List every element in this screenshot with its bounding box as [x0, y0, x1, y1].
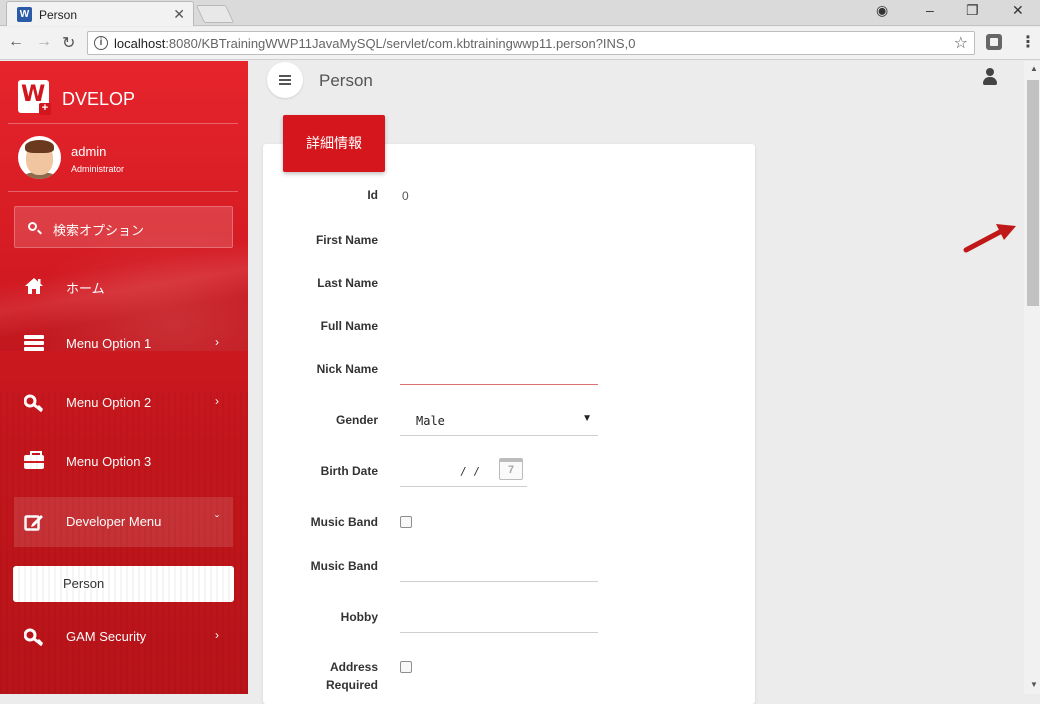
extension-icon[interactable] [986, 34, 1002, 50]
sidebar-item-developer-menu[interactable]: Developer Menu ˇ [14, 497, 233, 547]
birth-date-label: Birth Date [320, 464, 378, 478]
back-icon[interactable]: ← [8, 33, 24, 51]
annotation-arrow-icon [963, 224, 1016, 253]
tab-close-icon[interactable]: ✕ [173, 6, 185, 23]
sidebar-item-gam-security[interactable]: GAM Security › [14, 612, 233, 662]
tab-label: 詳細情報 [306, 135, 362, 151]
search-options-button[interactable]: 検索オプション [14, 206, 233, 248]
user-role: Administrator [71, 164, 125, 174]
nick-name-input[interactable] [400, 384, 598, 385]
sidebar-subitem-label: Person [63, 576, 105, 591]
briefcase-icon [24, 451, 44, 469]
sidebar-item-menu-option-3[interactable]: Menu Option 3 [14, 437, 233, 487]
tab-detail-info[interactable]: 詳細情報 [283, 115, 385, 172]
search-icon [28, 222, 37, 231]
chevron-right-icon: › [215, 335, 219, 349]
chevron-down-icon: ˇ [215, 513, 219, 527]
music-band-checkbox[interactable] [400, 516, 412, 528]
tab-title: Person [39, 8, 78, 22]
account-icon[interactable]: ◉ [876, 2, 888, 19]
chevron-right-icon: › [215, 628, 219, 642]
browser-tab-bar: W Person ✕ ◉ – ❐ ✕ [0, 0, 1040, 26]
scroll-up-arrow-icon[interactable]: ▲ [1030, 64, 1038, 73]
scroll-down-arrow-icon[interactable]: ▼ [1030, 680, 1038, 689]
full-name-label: Full Name [320, 319, 378, 333]
hobby-input[interactable] [400, 632, 598, 633]
edit-icon [24, 513, 44, 531]
sidebar-item-label: Developer Menu [66, 514, 162, 529]
key-icon [23, 394, 44, 413]
restore-icon[interactable]: ❐ [966, 2, 979, 19]
sidebar-subitem-person[interactable]: Person [13, 566, 234, 602]
sidebar-item-label: GAM Security [66, 629, 147, 644]
sidebar: W + DVELOP admin Administrator 検索オプション ホ… [0, 61, 248, 694]
gender-label: Gender [335, 413, 378, 427]
url-field[interactable]: i localhost:8080/KBTrainingWWP11JavaMySQ… [87, 31, 975, 55]
scrollbar-thumb[interactable] [1027, 80, 1039, 306]
music-band-input[interactable] [400, 581, 598, 582]
url-text: localhost:8080/KBTrainingWWP11JavaMySQL/… [114, 36, 636, 51]
browser-menu-icon[interactable]: ⋮ [1020, 32, 1036, 52]
divider [8, 123, 238, 124]
date-separators: / / [460, 465, 480, 478]
close-window-icon[interactable]: ✕ [1012, 2, 1024, 19]
gender-select[interactable]: Male ▼ [400, 405, 598, 436]
home-icon [24, 277, 44, 295]
avatar [18, 136, 61, 179]
address-bar: ← → ↻ i localhost:8080/KBTrainingWWP11Ja… [0, 27, 1040, 60]
sidebar-item-menu-option-1[interactable]: Menu Option 1 › [14, 319, 233, 369]
browser-tab[interactable]: W Person ✕ [6, 1, 194, 26]
last-name-label: Last Name [317, 276, 378, 290]
sidebar-item-label: Menu Option 2 [66, 395, 152, 410]
brand-logo: W + [18, 80, 51, 115]
brand-name: DVELOP [62, 89, 136, 109]
address-required-checkbox[interactable] [400, 661, 412, 673]
user-icon[interactable] [982, 68, 998, 86]
sidebar-item-label: ホーム [66, 281, 105, 296]
bookmark-star-icon[interactable]: ☆ [954, 33, 968, 53]
music-band-label: Music Band [310, 559, 378, 573]
music-band-check-label: Music Band [310, 515, 378, 529]
calendar-icon[interactable]: 7 [499, 458, 523, 480]
reload-icon[interactable]: ↻ [62, 33, 75, 53]
id-label: Id [367, 188, 378, 202]
nick-name-label: Nick Name [316, 362, 378, 376]
birth-date-input[interactable]: / / 7 [400, 455, 527, 487]
favicon-icon: W [17, 7, 32, 22]
new-tab-button[interactable] [195, 5, 235, 23]
sidebar-item-menu-option-2[interactable]: Menu Option 2 › [14, 378, 233, 428]
list-icon [24, 335, 44, 353]
gender-selected-value: Male [416, 414, 445, 428]
sidebar-item-label: Menu Option 3 [66, 454, 152, 469]
hobby-label: Hobby [340, 610, 378, 624]
chevron-right-icon: › [215, 394, 219, 408]
user-name: admin [71, 144, 107, 159]
divider [8, 191, 238, 192]
minimize-icon[interactable]: – [926, 2, 934, 18]
address-required-label: Address Required [325, 660, 378, 692]
info-icon[interactable]: i [94, 36, 108, 50]
first-name-label: First Name [315, 233, 378, 247]
dropdown-arrow-icon: ▼ [582, 413, 592, 424]
key-icon [23, 628, 44, 647]
sidebar-item-label: Menu Option 1 [66, 336, 152, 351]
page-title: Person [319, 71, 373, 90]
hamburger-menu-button[interactable] [267, 62, 303, 98]
sidebar-item-home[interactable]: ホーム [14, 261, 233, 311]
search-options-label: 検索オプション [53, 223, 145, 238]
forward-icon[interactable]: → [36, 33, 52, 51]
id-value: 0 [402, 189, 409, 203]
